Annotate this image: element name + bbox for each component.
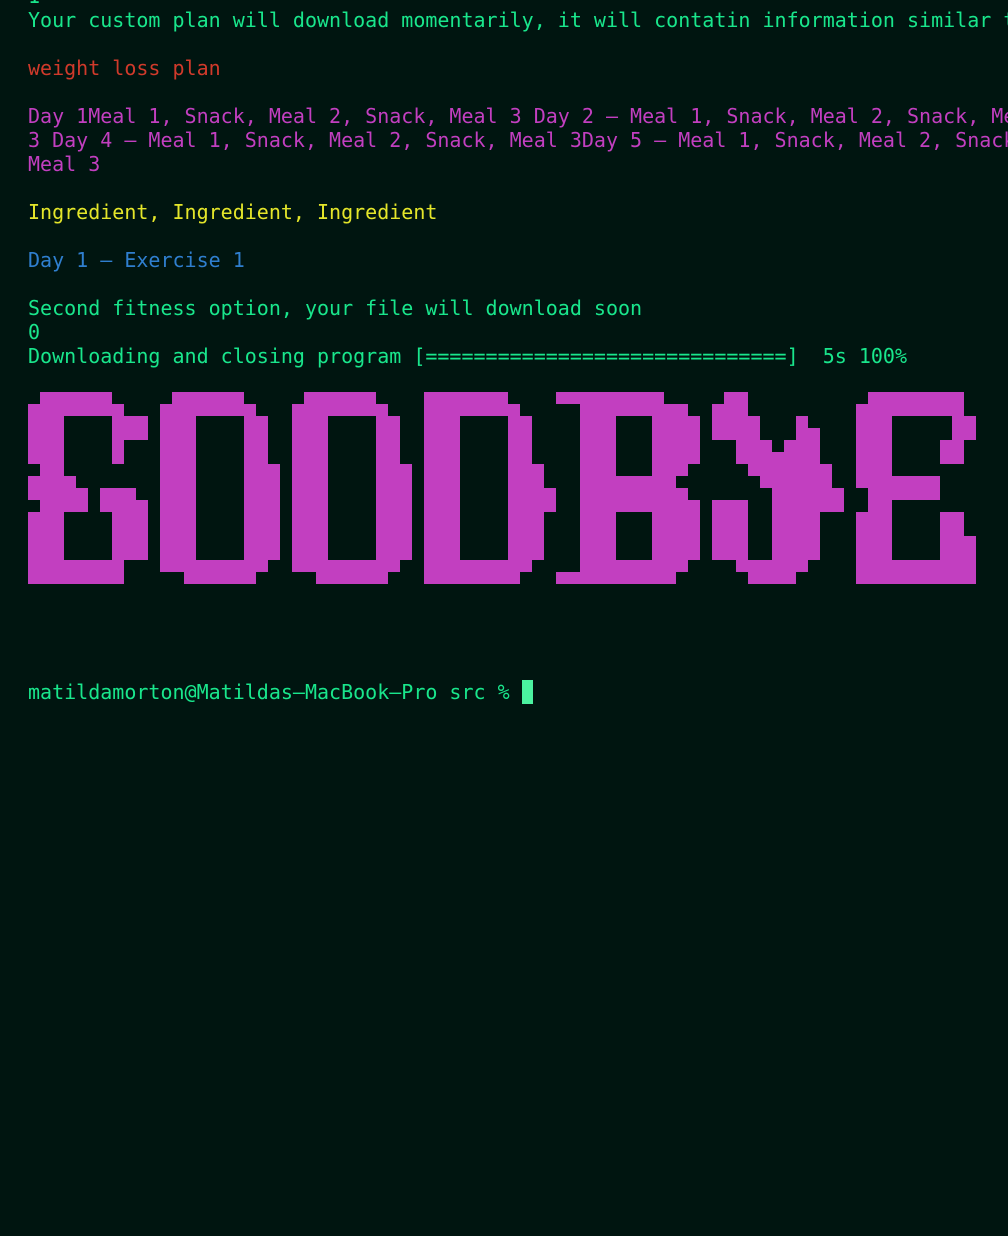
meal-plan-line-1: Day 1Meal 1, Snack, Meal 2, Snack, Meal … xyxy=(28,104,1008,128)
banner-letter-d xyxy=(424,392,556,584)
previous-output-fragment: 1 xyxy=(28,0,40,4)
shell-prompt[interactable]: matildamorton@Matildas–MacBook–Pro src % xyxy=(28,680,533,704)
banner-letter-b xyxy=(556,392,700,584)
banner-letter-o1 xyxy=(160,392,280,584)
zero-output: 0 xyxy=(28,320,41,344)
banner-letter-y xyxy=(712,392,844,584)
terminal-window[interactable]: 1 Your custom plan will download momenta… xyxy=(0,0,1008,1236)
text-cursor xyxy=(521,680,533,704)
goodbye-ascii-banner xyxy=(28,392,976,584)
banner-letter-o2 xyxy=(292,392,412,584)
plan-intro-text: Your custom plan will download momentari… xyxy=(28,8,1008,32)
meal-plan-line-2: 3 Day 4 – Meal 1, Snack, Meal 2, Snack, … xyxy=(28,128,1008,152)
banner-letter-g1 xyxy=(28,392,148,584)
plan-name-text: weight loss plan xyxy=(28,56,221,80)
meal-plan-line-3: Meal 3 xyxy=(28,152,101,176)
prompt-text: matildamorton@Matildas–MacBook–Pro src % xyxy=(28,680,522,704)
exercise-text: Day 1 – Exercise 1 xyxy=(28,248,245,272)
fitness-option-text: Second fitness option, your file will do… xyxy=(28,296,643,320)
banner-letter-e xyxy=(856,392,976,584)
download-progress-status: Downloading and closing program [=======… xyxy=(28,344,907,368)
ingredients-text: Ingredient, Ingredient, Ingredient xyxy=(28,200,438,224)
